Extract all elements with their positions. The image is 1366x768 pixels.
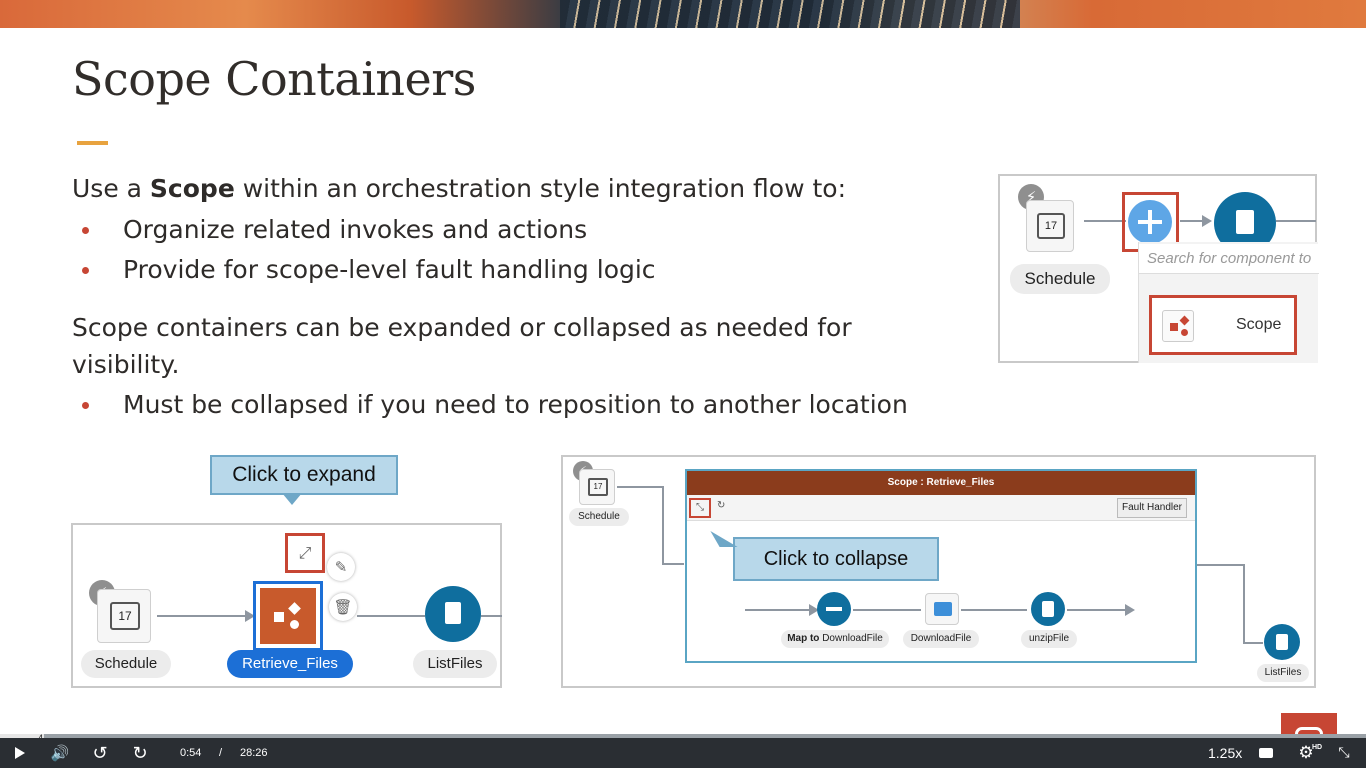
flow-connector: [662, 486, 664, 564]
callout-pointer: [282, 493, 302, 505]
bullet-marker: [82, 267, 89, 274]
volume-icon[interactable]: 🔊: [48, 738, 72, 768]
flow-connector: [853, 609, 921, 611]
fault-handler-button[interactable]: Fault Handler: [1117, 498, 1187, 518]
collapse-icon[interactable]: ⤡: [689, 498, 711, 518]
bullet-item: Provide for scope-level fault handling l…: [123, 255, 656, 284]
flow-connector: [1243, 642, 1263, 644]
paragraph-line: Scope containers can be expanded or coll…: [72, 313, 852, 342]
settings-icon[interactable]: ⚙: [1294, 738, 1318, 768]
banner-artwork: [560, 0, 1020, 28]
add-scope-screenshot: ⚡ 17 Schedule Search for component to Sc…: [998, 174, 1319, 363]
listfiles-label: ListFiles: [1257, 664, 1309, 682]
intro-bold: Scope: [149, 174, 235, 203]
expand-callout: Click to expand: [210, 455, 398, 495]
expand-icon[interactable]: ⤢: [291, 539, 319, 567]
flow-connector: [662, 563, 684, 565]
calendar-day: 17: [1037, 213, 1065, 239]
flow-connector: [617, 486, 663, 488]
intro-line: Use a Scope within an orchestration styl…: [72, 174, 846, 203]
intro-plain: Use a: [72, 174, 150, 203]
download-file-label: DownloadFile: [903, 630, 979, 648]
map-label-bold: Map to: [787, 633, 820, 644]
delete-icon[interactable]: 🗑: [329, 593, 357, 621]
calendar-day: 17: [588, 478, 608, 496]
play-icon[interactable]: [10, 738, 30, 768]
listfiles-node-icon[interactable]: [425, 586, 481, 642]
bullet-item: Organize related invokes and actions: [123, 215, 588, 244]
player-controls: [0, 738, 1366, 768]
forward-icon[interactable]: ↻: [128, 738, 152, 768]
flow-connector: [1180, 220, 1204, 222]
hd-badge: HD: [1312, 744, 1323, 751]
scope-node-selection[interactable]: [253, 581, 323, 651]
flow-connector: [745, 609, 815, 611]
playback-speed[interactable]: 1.25x: [1208, 738, 1242, 768]
bullet-marker: [82, 227, 89, 234]
header-banner: [0, 0, 1366, 28]
listfiles-label: ListFiles: [413, 650, 497, 678]
calendar-icon: 17: [97, 589, 151, 643]
component-search-input[interactable]: Search for component to: [1139, 244, 1319, 274]
calendar-icon: 17: [1026, 200, 1074, 252]
arrow-icon: [1202, 215, 1212, 227]
schedule-label: Schedule: [1010, 264, 1110, 294]
slide-title: Scope Containers: [72, 52, 476, 106]
download-file-icon[interactable]: [925, 593, 959, 625]
flow-connector: [157, 615, 251, 617]
arrow-icon: [1125, 604, 1135, 616]
component-palette: Search for component to Scope: [1138, 242, 1319, 363]
title-underline: [77, 141, 108, 145]
listfiles-node-icon[interactable]: [1264, 624, 1300, 660]
flow-connector: [1243, 564, 1245, 642]
scope-option-label: Scope: [1236, 316, 1282, 333]
expanded-scope-screenshot: ⚡ 17 Schedule Scope : Retrieve_Files ⤡ ↻…: [561, 455, 1316, 688]
flow-connector: [1084, 220, 1126, 222]
collapsed-scope-screenshot: ⚡ 17 Schedule ⤢ ✎ 🗑 Retrieve_Files ListF…: [71, 523, 502, 688]
intro-rest: within an orchestration style integratio…: [234, 174, 846, 203]
scope-name-label[interactable]: Retrieve_Files: [227, 650, 353, 678]
exit-fullscreen-icon[interactable]: ⤡: [1334, 738, 1354, 768]
scope-option[interactable]: Scope: [1149, 295, 1297, 355]
bullet-item: Must be collapsed if you need to reposit…: [123, 390, 908, 419]
current-time: 0:54: [180, 747, 202, 759]
scope-header: Scope : Retrieve_Files: [687, 471, 1195, 495]
flow-connector: [357, 615, 425, 617]
scope-container: Scope : Retrieve_Files ⤡ ↻ Fault Handler…: [685, 469, 1197, 663]
collapse-callout: Click to collapse: [733, 537, 939, 581]
paragraph-line: visibility.: [72, 350, 180, 379]
unzip-node-icon[interactable]: [1031, 592, 1065, 626]
duration: 28:26: [240, 747, 268, 759]
time-separator: /: [219, 747, 223, 759]
bullet-marker: [82, 402, 89, 409]
calendar-icon: 17: [579, 469, 615, 505]
map-node-icon[interactable]: [817, 592, 851, 626]
scope-toolbar: ⤡ ↻ Fault Handler: [687, 495, 1195, 521]
unzip-file-label: unzipFile: [1021, 630, 1077, 648]
schedule-label: Schedule: [569, 508, 629, 526]
flow-connector: [961, 609, 1027, 611]
scope-icon: [260, 588, 316, 644]
flow-connector: [1197, 564, 1243, 566]
map-label-rest: DownloadFile: [819, 633, 883, 644]
refresh-icon[interactable]: ↻: [717, 500, 725, 511]
flow-connector: [481, 615, 502, 617]
callout-pointer: [710, 531, 738, 547]
flow-connector: [1276, 220, 1316, 222]
rewind-icon[interactable]: ↺: [88, 738, 112, 768]
edit-icon[interactable]: ✎: [327, 553, 355, 581]
schedule-label: Schedule: [81, 650, 171, 678]
scope-icon: [1162, 310, 1194, 342]
calendar-day: 17: [110, 602, 140, 630]
map-label: Map to DownloadFile: [781, 630, 889, 648]
flow-connector: [1067, 609, 1127, 611]
captions-icon[interactable]: [1258, 738, 1274, 768]
